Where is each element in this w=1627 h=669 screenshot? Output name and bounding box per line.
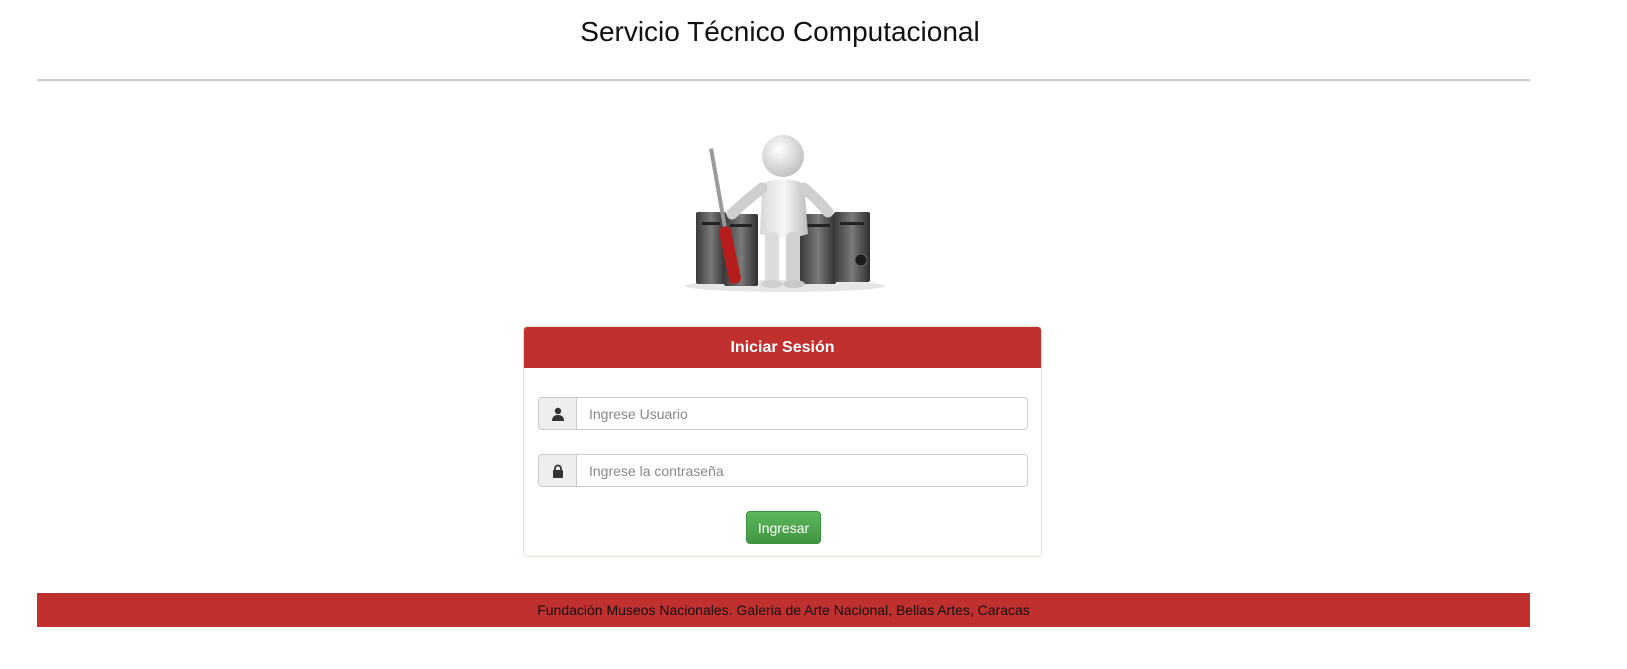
user-icon	[538, 397, 576, 430]
password-group	[538, 454, 1028, 487]
footer-bar: Fundación Museos Nacionales. Galeria de …	[37, 593, 1530, 627]
footer-text: Fundación Museos Nacionales. Galeria de …	[537, 602, 1030, 618]
page-title: Servicio Técnico Computacional	[580, 16, 980, 47]
login-page: Servicio Técnico Computacional Iniciar S…	[0, 0, 1627, 669]
login-panel: Iniciar Sesión Ingresar	[523, 326, 1042, 557]
password-input[interactable]	[576, 454, 1028, 487]
lock-icon	[538, 454, 576, 487]
username-group	[538, 397, 1028, 430]
submit-button[interactable]: Ingresar	[746, 511, 821, 544]
username-input[interactable]	[576, 397, 1028, 430]
login-heading: Iniciar Sesión	[524, 327, 1041, 368]
technician-illustration	[680, 130, 890, 300]
header-divider	[37, 79, 1530, 82]
